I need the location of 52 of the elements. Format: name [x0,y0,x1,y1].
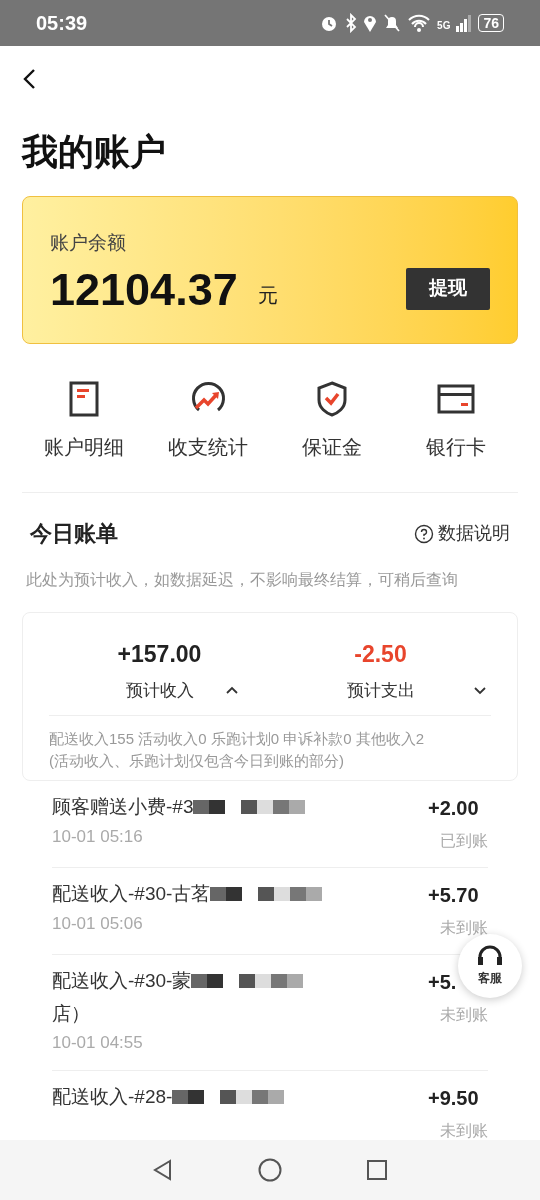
summary-amount: -2.50 [354,640,407,669]
transaction-time: 10-01 05:06 [52,912,144,935]
help-icon [414,523,434,544]
transaction-title: 顾客赠送小费-#3 [52,795,194,819]
network-label: 5G [437,21,451,31]
bell-off-icon [383,13,402,33]
shortcut-button[interactable]: 账户明细 [22,380,146,462]
shortcut-button[interactable]: 收支统计 [146,380,270,462]
currency-unit: 元 [257,282,278,308]
bank-card-icon [437,384,475,414]
page-title: 我的账户 [22,130,167,174]
summary-label: 预计支出 [346,679,415,702]
document-icon [69,381,99,417]
home-icon[interactable] [258,1158,282,1182]
balance-label: 账户余额 [50,231,127,255]
transaction-time: 10-01 05:16 [52,825,144,848]
transaction-status: 未到账 [440,1120,488,1141]
chevron-icon[interactable] [224,685,239,696]
transaction-title: 配送收入-#30-古茗 [52,882,211,906]
data-help-link[interactable]: 数据说明 [414,520,510,547]
transaction-title: 配送收入-#28- [52,1084,173,1109]
battery-indicator: 76 [478,14,504,32]
back-icon[interactable] [152,1159,174,1181]
shortcut-button[interactable]: 保证金 [270,380,394,462]
back-icon[interactable] [22,68,36,90]
transaction-title: 配送收入-#30-蒙 [52,969,192,993]
location-icon [363,13,378,33]
income-breakdown: 配送收入155 活动收入0 乐跑计划0 申诉补款0 其他收入2 [49,729,426,749]
bill-note: 此处为预计收入，如数据延迟，不影响最终结算，可稍后查询 [25,570,459,590]
transaction-amount: +9.50 [428,1085,479,1111]
transaction-title: 店） [52,1001,91,1026]
shield-check-icon [316,381,348,417]
signal-icon [456,13,473,33]
transaction-status: 未到账 [440,1005,488,1025]
balance-amount: 12104.37 [50,263,238,316]
income-breakdown: (活动收入、乐跑计划仅包含今日到账的部分) [49,751,345,771]
summary-amount: +157.00 [117,640,202,669]
bluetooth-icon [345,13,358,33]
transaction-time: 10-01 04:55 [52,1032,144,1054]
summary-label: 预计收入 [125,679,194,702]
transaction-status: 已到账 [440,831,488,851]
clock: 05:39 [36,11,88,36]
chevron-icon[interactable] [473,685,487,696]
transaction-amount: +2.00 [428,796,479,821]
withdraw-button[interactable]: 提现 [406,267,490,310]
recents-icon[interactable] [366,1159,388,1181]
section-title: 今日账单 [30,520,118,548]
transaction-amount: +5.70 [428,883,479,908]
wifi-icon [407,13,432,33]
customer-service-button[interactable]: 客服 [458,934,522,998]
transaction-amount: +5. [428,970,457,995]
shortcut-button[interactable]: 银行卡 [394,380,518,462]
